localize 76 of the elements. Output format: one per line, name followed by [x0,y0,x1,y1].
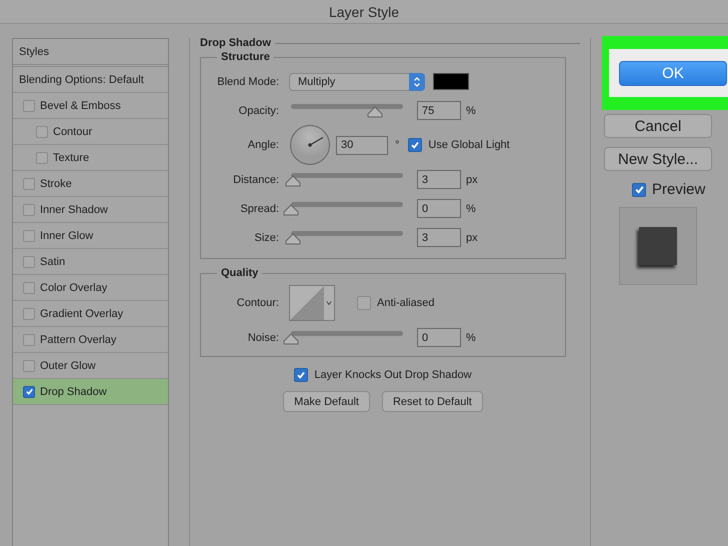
checkbox[interactable] [294,368,308,382]
style-item[interactable]: Pattern Overlay [13,327,168,353]
field-label: Blend Mode: [216,76,279,88]
style-item[interactable]: Bevel & Emboss [13,93,168,119]
blend-mode-dropdown[interactable]: Multiply [289,72,425,90]
unit-label: % [466,332,476,344]
checkbox[interactable] [23,256,35,268]
checkbox[interactable] [36,152,48,164]
slider-thumb[interactable] [285,174,302,186]
value-field[interactable]: 3 [417,228,461,247]
angle-field[interactable]: 30 [336,136,388,154]
style-item[interactable]: Inner Glow [13,223,168,249]
dropdown-arrows-icon [409,72,425,90]
slider-thumb[interactable] [285,232,302,244]
checkbox[interactable] [357,296,371,310]
checkbox[interactable] [23,178,35,190]
value-field[interactable]: 0 [417,199,461,218]
checkbox[interactable] [23,204,35,216]
checkbox[interactable] [23,282,35,294]
style-item[interactable]: Gradient Overlay [13,301,168,327]
checkbox[interactable] [23,386,35,398]
checkbox[interactable] [632,182,646,196]
checkbox-label: Layer Knocks Out Drop Shadow [314,369,472,381]
value-field[interactable]: 75 [417,101,461,120]
checkmark-icon [410,140,420,150]
checkbox-label: Preview [652,181,706,198]
checkbox-label: Anti-aliased [377,297,434,309]
style-item[interactable]: Contour [13,119,168,145]
slider-thumb[interactable] [283,204,299,216]
checkbox[interactable] [23,308,35,320]
style-item[interactable]: Inner Shadow [13,197,168,223]
unit-label: px [466,174,478,186]
caret-icon [326,300,332,306]
color-swatch[interactable] [433,73,469,90]
field-label: Distance: [232,174,279,186]
shadowed-square-icon [639,227,677,265]
checkbox[interactable] [23,100,35,112]
dialog-button[interactable]: Make Default [283,391,370,412]
style-item[interactable]: Blending Options: Default [13,67,168,93]
dialog-button[interactable]: Cancel [604,114,712,138]
field-label: Spread: [239,202,279,214]
value-field[interactable]: 0 [417,328,461,347]
slider-thumb[interactable] [367,106,383,118]
checkmark-icon [296,370,306,380]
checkbox[interactable] [23,360,35,372]
style-item[interactable]: Texture [13,145,168,171]
field-label: Size: [254,232,279,244]
style-item[interactable]: Drop Shadow [13,379,168,405]
window-title: Layer Style [328,4,400,20]
unit-label: % [466,104,476,116]
group-title: Structure [220,51,271,63]
checkbox[interactable] [23,334,35,346]
group-title: Quality [220,267,260,279]
style-item[interactable]: Stroke [13,171,168,197]
field-label: Angle: [246,139,279,151]
field-label: Noise: [246,332,279,344]
unit-label: px [466,232,478,244]
checkbox[interactable] [36,126,48,138]
field-label: Opacity: [238,104,279,116]
style-item[interactable]: Color Overlay [13,275,168,301]
angle-dial[interactable] [289,124,331,166]
unit-label: % [466,202,476,214]
field-label: Contour: [236,297,279,309]
contour-curve-icon [290,286,324,320]
checkbox-label: Use Global Light [428,139,510,151]
degree-label: ° [395,139,400,151]
checkbox[interactable] [23,230,35,242]
dialog-button[interactable]: New Style... [604,147,712,171]
list-header: Styles [13,39,168,67]
style-item[interactable]: Satin [13,249,168,275]
section-title: Drop Shadow [200,37,271,49]
contour-picker[interactable] [289,285,335,321]
slider-thumb[interactable] [283,332,299,344]
checkbox[interactable] [408,138,422,152]
dialog-button[interactable]: Reset to Default [382,391,483,412]
value-field[interactable]: 3 [417,170,461,189]
